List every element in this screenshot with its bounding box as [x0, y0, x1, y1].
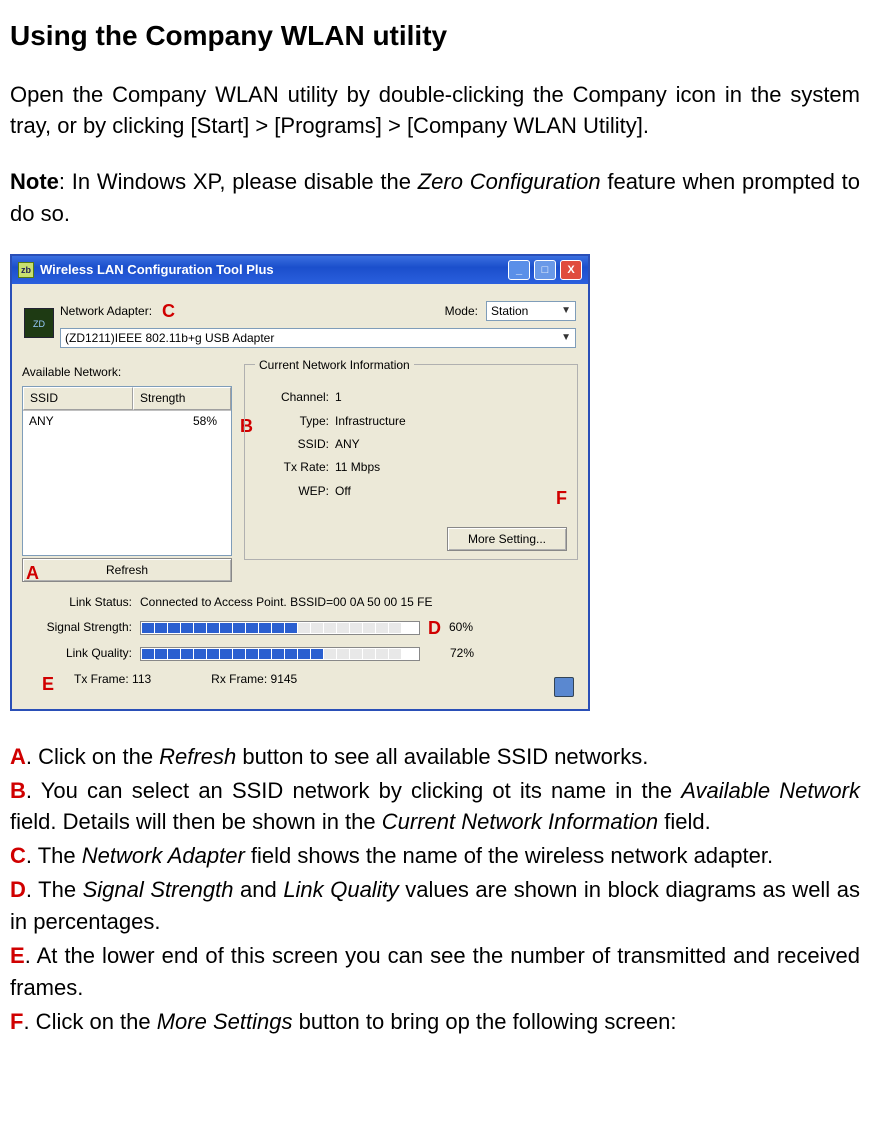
available-network-label: Available Network: [22, 364, 232, 381]
page-title: Using the Company WLAN utility [10, 16, 860, 57]
link-quality-pct: 72% [450, 645, 490, 662]
app-window: zb Wireless LAN Configuration Tool Plus … [10, 254, 590, 710]
callout-c-label: C [10, 843, 26, 868]
type-value: Infrastructure [335, 413, 406, 430]
ssid-label: SSID: [255, 436, 335, 453]
txrate-label: Tx Rate: [255, 459, 335, 476]
refresh-button[interactable]: Refresh [22, 558, 232, 582]
maximize-button[interactable]: □ [534, 260, 556, 280]
intro-paragraph: Open the Company WLAN utility by double-… [10, 79, 860, 143]
note-paragraph: Note: In Windows XP, please disable the … [10, 166, 860, 230]
annot-c: C [162, 298, 175, 324]
wep-label: WEP: [255, 483, 335, 500]
txrate-value: 11 Mbps [335, 459, 380, 476]
close-button[interactable]: X [560, 260, 582, 280]
link-status-label: Link Status: [22, 594, 132, 611]
mode-value: Station [491, 303, 528, 320]
list-item[interactable]: ANY 58% [23, 411, 231, 432]
col-ssid[interactable]: SSID [23, 387, 133, 410]
channel-value: 1 [335, 389, 342, 406]
type-label: Type: [255, 413, 335, 430]
mode-select[interactable]: Station ▼ [486, 301, 576, 321]
chevron-down-icon: ▼ [561, 304, 571, 319]
annot-f: F [556, 485, 567, 511]
link-quality-bar [140, 647, 420, 661]
channel-label: Channel: [255, 389, 335, 406]
network-adapter-label: Network Adapter: [60, 303, 152, 320]
tx-frame-label: Tx Frame: [74, 672, 129, 686]
callout-d-label: D [10, 877, 26, 902]
current-network-info: Current Network Information Channel:1 Ty… [244, 364, 578, 560]
annot-e: E [42, 671, 54, 697]
signal-strength-bar [140, 621, 420, 635]
available-network-list[interactable]: SSID Strength ANY 58% B [22, 386, 232, 556]
annot-d: D [428, 615, 441, 641]
more-setting-button[interactable]: More Setting... [447, 527, 567, 551]
link-status-value: Connected to Access Point. BSSID=00 0A 5… [140, 594, 433, 611]
minimize-button[interactable]: _ [508, 260, 530, 280]
note-italic: Zero Configuration [418, 169, 601, 194]
main-panel: ZD Network Adapter: C Mode: Station ▼ (Z… [12, 284, 588, 708]
adapter-value: (ZD1211)IEEE 802.11b+g USB Adapter [65, 330, 274, 347]
window-title: Wireless LAN Configuration Tool Plus [40, 261, 508, 280]
wep-value: Off [335, 483, 351, 500]
tx-frame-value: 113 [132, 672, 151, 686]
rx-frame-value: 9145 [271, 672, 298, 686]
callout-f-label: F [10, 1009, 23, 1034]
signal-strength-pct: 60% [449, 619, 489, 636]
curinfo-legend: Current Network Information [255, 357, 414, 374]
device-icon: ZD [24, 308, 54, 338]
adapter-select[interactable]: (ZD1211)IEEE 802.11b+g USB Adapter ▼ [60, 328, 576, 348]
app-icon: zb [18, 262, 34, 278]
list-ssid: ANY [29, 413, 139, 430]
note-label: Note [10, 169, 59, 194]
mode-label: Mode: [445, 303, 478, 320]
callout-list: A. Click on the Refresh button to see al… [10, 741, 860, 1038]
callout-a-label: A [10, 744, 26, 769]
annot-a: A [26, 560, 39, 586]
list-strength: 58% [139, 413, 225, 430]
callout-b-label: B [10, 778, 26, 803]
titlebar: zb Wireless LAN Configuration Tool Plus … [12, 256, 588, 284]
ssid-value: ANY [335, 436, 360, 453]
col-strength[interactable]: Strength [133, 387, 231, 410]
chevron-down-icon: ▼ [561, 331, 571, 346]
note-text-before: : In Windows XP, please disable the [59, 169, 418, 194]
rx-frame-label: Rx Frame: [211, 672, 267, 686]
link-quality-label: Link Quality: [22, 645, 132, 662]
signal-strength-label: Signal Strength: [22, 619, 132, 636]
callout-e-label: E [10, 943, 25, 968]
tray-icon [554, 677, 574, 697]
